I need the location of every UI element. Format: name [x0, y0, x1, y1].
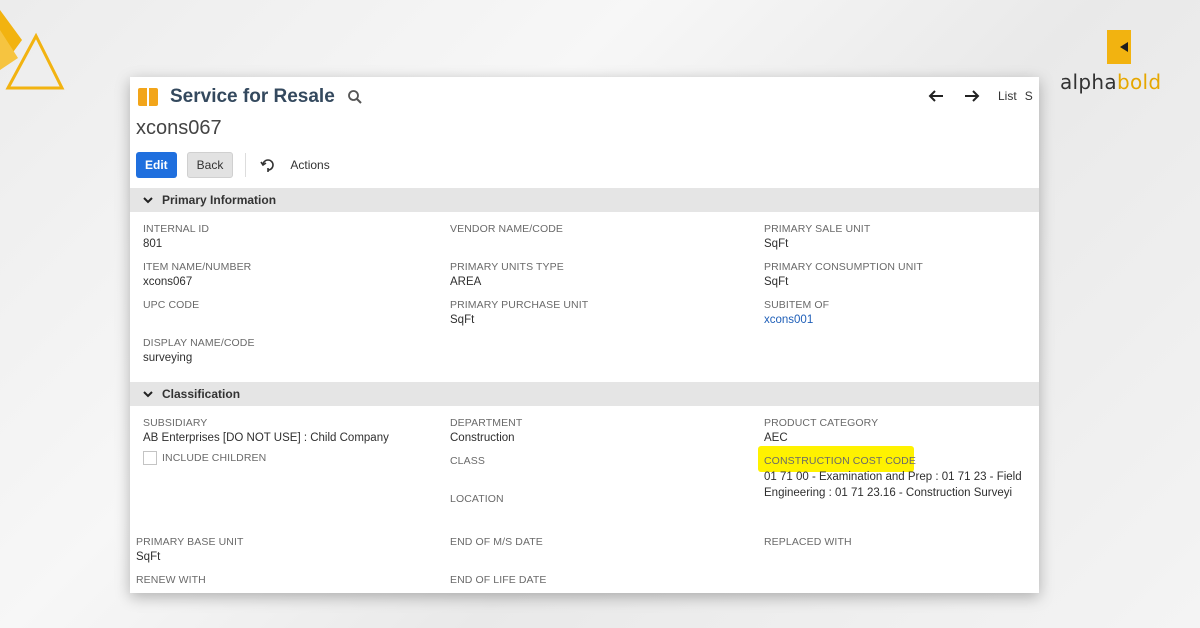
record-navigation: List S [928, 89, 1033, 103]
subitem-of-field: SUBITEM OF xcons001 [764, 299, 830, 326]
record-name: xcons067 [136, 117, 222, 139]
subsidiary-value: AB Enterprises [DO NOT USE] : Child Comp… [143, 432, 389, 444]
consumption-unit-value: SqFt [764, 276, 789, 288]
include-children-label: INCLUDE CHILDREN [162, 452, 267, 464]
purchase-unit-field: PRIMARY PURCHASE UNIT SqFt [450, 299, 589, 326]
internal-id-value: 801 [143, 238, 163, 250]
actions-icon [260, 159, 275, 172]
arrow-right-icon[interactable] [963, 89, 980, 103]
class-field: CLASS [450, 455, 485, 467]
section-classification[interactable]: Classification [130, 382, 1039, 406]
back-button[interactable]: Back [186, 152, 234, 178]
subsidiary-field: SUBSIDIARY AB Enterprises [DO NOT USE] :… [143, 417, 389, 444]
section-title: Primary Information [162, 193, 277, 207]
truncated-nav-link[interactable]: S [1025, 89, 1033, 103]
end-of-ms-date-field: END OF M/S DATE [450, 536, 543, 548]
triangle-logo-icon [0, 10, 65, 90]
sale-unit-field: PRIMARY SALE UNIT SqFt [764, 223, 871, 250]
upc-code-field: UPC CODE [143, 299, 200, 311]
record-window: Service for Resale List S xcons067 Edit … [130, 77, 1039, 593]
department-value: Construction [450, 432, 515, 444]
end-of-life-date-field: END OF LIFE DATE [450, 574, 547, 586]
internal-id-field: INTERNAL ID 801 [143, 223, 210, 250]
item-name-value: xcons067 [143, 276, 193, 288]
department-field: DEPARTMENT Construction [450, 417, 523, 444]
sale-unit-value: SqFt [764, 238, 789, 250]
product-category-field: PRODUCT CATEGORY AEC [764, 417, 879, 444]
toolbar-divider [245, 153, 247, 177]
primary-base-unit-value: SqFt [136, 551, 161, 563]
cost-code-line-1: 01 71 00 - Examination and Prep : 01 71 … [764, 471, 1022, 483]
location-field: LOCATION [450, 493, 504, 505]
replaced-with-field: REPLACED WITH [764, 536, 852, 548]
arrow-left-icon[interactable] [928, 89, 945, 103]
product-category-value: AEC [764, 432, 788, 444]
list-link[interactable]: List [998, 89, 1017, 103]
record-header: Service for Resale [138, 85, 363, 109]
edit-button[interactable]: Edit [136, 152, 177, 178]
cost-code-line-2: Engineering : 01 71 23.16 - Construction… [764, 487, 1013, 499]
primary-base-unit-field: PRIMARY BASE UNIT SqFt [136, 536, 244, 563]
include-children-checkbox[interactable] [143, 451, 157, 465]
display-name-value: surveying [143, 352, 193, 364]
page-title: Service for Resale [170, 86, 335, 107]
include-children-row: INCLUDE CHILDREN [143, 451, 266, 465]
actions-menu[interactable]: Actions [260, 157, 330, 173]
chevron-down-icon [143, 197, 153, 204]
toolbar: Edit Back Actions [136, 152, 330, 178]
purchase-unit-value: SqFt [450, 314, 475, 326]
item-name-field: ITEM NAME/NUMBER xcons067 [143, 261, 252, 288]
alphabold-mark-icon [1107, 30, 1131, 64]
record-type-icon [138, 88, 158, 106]
display-name-field: DISPLAY NAME/CODE surveying [143, 337, 255, 364]
chevron-down-icon [143, 391, 153, 398]
consumption-unit-field: PRIMARY CONSUMPTION UNIT SqFt [764, 261, 923, 288]
units-type-value: AREA [450, 276, 482, 288]
section-title: Classification [162, 387, 241, 401]
search-icon[interactable] [347, 89, 363, 105]
actions-label: Actions [290, 158, 330, 172]
brand-name: alphabold [1060, 70, 1162, 94]
section-primary-information[interactable]: Primary Information [130, 188, 1039, 212]
construction-cost-code-field: CONSTRUCTION COST CODE 01 71 00 - Examin… [764, 455, 1022, 499]
renew-with-field: RENEW WITH [136, 574, 206, 586]
vendor-name-field: VENDOR NAME/CODE [450, 223, 564, 235]
subitem-of-link[interactable]: xcons001 [764, 314, 829, 326]
brand-logo: alphabold [1060, 28, 1172, 98]
units-type-field: PRIMARY UNITS TYPE AREA [450, 261, 564, 288]
